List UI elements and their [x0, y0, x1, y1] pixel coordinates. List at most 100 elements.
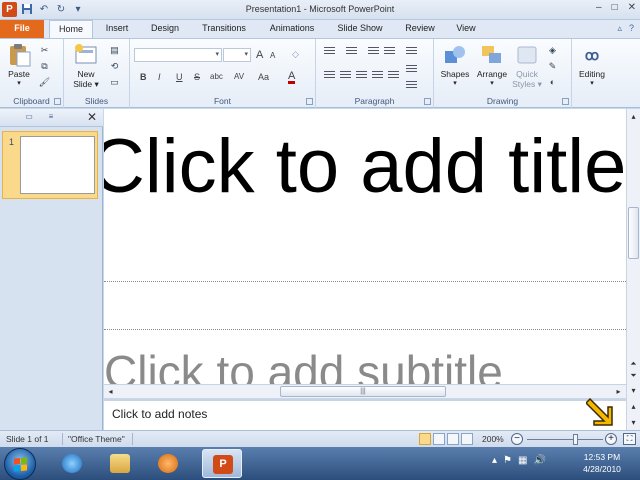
- align-center-icon[interactable]: [340, 71, 351, 80]
- tab-view[interactable]: View: [448, 20, 484, 38]
- clipboard-launcher-icon[interactable]: [54, 98, 61, 105]
- shape-effects-icon[interactable]: ◐: [546, 77, 559, 88]
- slide-canvas[interactable]: Click to add title Click to add subtitle: [104, 109, 626, 384]
- tab-home[interactable]: Home: [49, 20, 93, 39]
- notes-pane[interactable]: Click to add notes: [104, 399, 626, 430]
- fit-to-window-icon[interactable]: ⛶: [623, 433, 636, 445]
- increase-indent-icon[interactable]: [384, 47, 395, 56]
- normal-view-icon[interactable]: [419, 433, 431, 445]
- help-icon[interactable]: ?: [629, 23, 634, 34]
- italic-button[interactable]: I: [158, 72, 161, 82]
- horizontal-scroll-thumb[interactable]: |||: [280, 386, 446, 397]
- horizontal-scrollbar[interactable]: ◂ ||| ▸: [104, 384, 626, 398]
- vertical-scrollbar[interactable]: ▴ ⏶ ⏷ ▾: [626, 109, 640, 399]
- font-launcher-icon[interactable]: [306, 98, 313, 105]
- network-icon[interactable]: ▦: [518, 455, 527, 466]
- slide-show-icon[interactable]: [461, 433, 473, 445]
- reset-icon[interactable]: ⟲: [108, 61, 121, 72]
- notes-scrollbar[interactable]: ▴ ▾: [626, 399, 640, 430]
- zoom-level[interactable]: 200%: [482, 434, 504, 444]
- taskbar-media-player[interactable]: [148, 449, 188, 478]
- shape-outline-icon[interactable]: ✎: [546, 61, 559, 72]
- tab-transitions[interactable]: Transitions: [194, 20, 254, 38]
- action-center-icon[interactable]: ⚑: [503, 455, 512, 466]
- tab-insert[interactable]: Insert: [96, 20, 138, 38]
- close-button[interactable]: ✕: [628, 2, 636, 13]
- align-left-icon[interactable]: [324, 71, 335, 80]
- show-hidden-icons-icon[interactable]: ▴: [492, 455, 497, 466]
- maximize-button[interactable]: □: [612, 2, 618, 13]
- layout-icon[interactable]: ▤: [108, 45, 121, 56]
- tab-animations[interactable]: Animations: [262, 20, 322, 38]
- zoom-out-icon[interactable]: −: [511, 433, 523, 445]
- minimize-button[interactable]: –: [596, 2, 602, 13]
- numbering-icon[interactable]: [346, 47, 357, 56]
- volume-icon[interactable]: 🔊: [533, 455, 545, 466]
- columns-icon[interactable]: [388, 71, 399, 80]
- taskbar-explorer[interactable]: [100, 449, 140, 478]
- minimize-ribbon-icon[interactable]: ▵: [617, 23, 622, 34]
- bullets-icon[interactable]: [324, 47, 335, 56]
- paste-button[interactable]: Paste ▾: [4, 43, 34, 87]
- change-case-button[interactable]: Aa: [258, 72, 269, 82]
- font-name-combo[interactable]: ▾: [134, 48, 222, 62]
- quick-styles-button[interactable]: Quick Styles ▾: [510, 43, 544, 90]
- scroll-down-icon[interactable]: ▾: [628, 385, 639, 396]
- arrange-button[interactable]: Arrange ▾: [474, 43, 510, 87]
- character-spacing-button[interactable]: AV: [234, 72, 244, 81]
- next-slide-icon[interactable]: ⏷: [628, 370, 639, 381]
- clear-formatting-icon[interactable]: ◇: [292, 49, 299, 60]
- font-size-combo[interactable]: ▾: [223, 48, 251, 62]
- tab-review[interactable]: Review: [398, 20, 442, 38]
- tab-file[interactable]: File: [0, 20, 44, 38]
- title-placeholder[interactable]: Click to add title: [104, 123, 626, 210]
- grow-font-button[interactable]: A: [256, 49, 263, 61]
- copy-icon[interactable]: ⧉: [38, 61, 51, 72]
- format-painter-icon[interactable]: 🖌: [38, 77, 51, 88]
- shrink-font-button[interactable]: A: [270, 51, 275, 60]
- paragraph-launcher-icon[interactable]: [424, 98, 431, 105]
- shape-fill-icon[interactable]: ◈: [546, 45, 559, 56]
- shadow-button[interactable]: abc: [210, 72, 223, 81]
- outline-tab-icon[interactable]: ≡: [44, 112, 58, 123]
- start-button[interactable]: [4, 448, 36, 480]
- font-color-button[interactable]: A: [288, 71, 296, 84]
- shapes-button[interactable]: Shapes ▾: [438, 43, 472, 87]
- scroll-left-icon[interactable]: ◂: [105, 386, 116, 397]
- zoom-slider-thumb[interactable]: [573, 434, 578, 445]
- tab-slide-show[interactable]: Slide Show: [330, 20, 390, 38]
- cut-icon[interactable]: ✂: [38, 45, 51, 56]
- slide-sorter-icon[interactable]: [433, 433, 445, 445]
- zoom-slider-track[interactable]: [527, 439, 603, 440]
- convert-smartart-icon[interactable]: [406, 81, 417, 90]
- section-icon[interactable]: ▭: [108, 77, 121, 88]
- close-icon[interactable]: ✕: [87, 110, 97, 124]
- vertical-scroll-thumb[interactable]: [628, 207, 639, 259]
- decrease-indent-icon[interactable]: [368, 47, 379, 56]
- justify-icon[interactable]: [372, 71, 383, 80]
- notes-placeholder[interactable]: Click to add notes: [112, 407, 207, 421]
- notes-scroll-up-icon[interactable]: ▴: [628, 401, 639, 412]
- scroll-up-icon[interactable]: ▴: [628, 111, 639, 122]
- taskbar-clock[interactable]: 12:53 PM 4/28/2010: [572, 451, 632, 475]
- drawing-launcher-icon[interactable]: [562, 98, 569, 105]
- taskbar-internet-explorer[interactable]: [52, 449, 92, 478]
- theme-name[interactable]: "Office Theme": [68, 434, 125, 444]
- previous-slide-icon[interactable]: ⏶: [628, 358, 639, 369]
- zoom-in-icon[interactable]: +: [605, 433, 617, 445]
- underline-button[interactable]: U: [176, 72, 183, 82]
- new-slide-button[interactable]: New Slide ▾: [68, 43, 104, 90]
- taskbar-powerpoint[interactable]: P: [202, 449, 242, 478]
- slides-tab-icon[interactable]: ▭: [22, 112, 36, 123]
- line-spacing-icon[interactable]: [406, 47, 417, 56]
- tab-design[interactable]: Design: [142, 20, 188, 38]
- notes-scroll-down-icon[interactable]: ▾: [628, 417, 639, 428]
- strikethrough-button[interactable]: S: [194, 72, 200, 82]
- editing-button[interactable]: ꝏ Editing ▾: [574, 43, 610, 87]
- reading-view-icon[interactable]: [447, 433, 459, 445]
- slide-thumbnail-1[interactable]: 1: [2, 131, 98, 199]
- bold-button[interactable]: B: [140, 72, 147, 82]
- text-direction-icon[interactable]: [406, 65, 417, 74]
- align-right-icon[interactable]: [356, 71, 367, 80]
- subtitle-placeholder[interactable]: Click to add subtitle: [104, 345, 503, 384]
